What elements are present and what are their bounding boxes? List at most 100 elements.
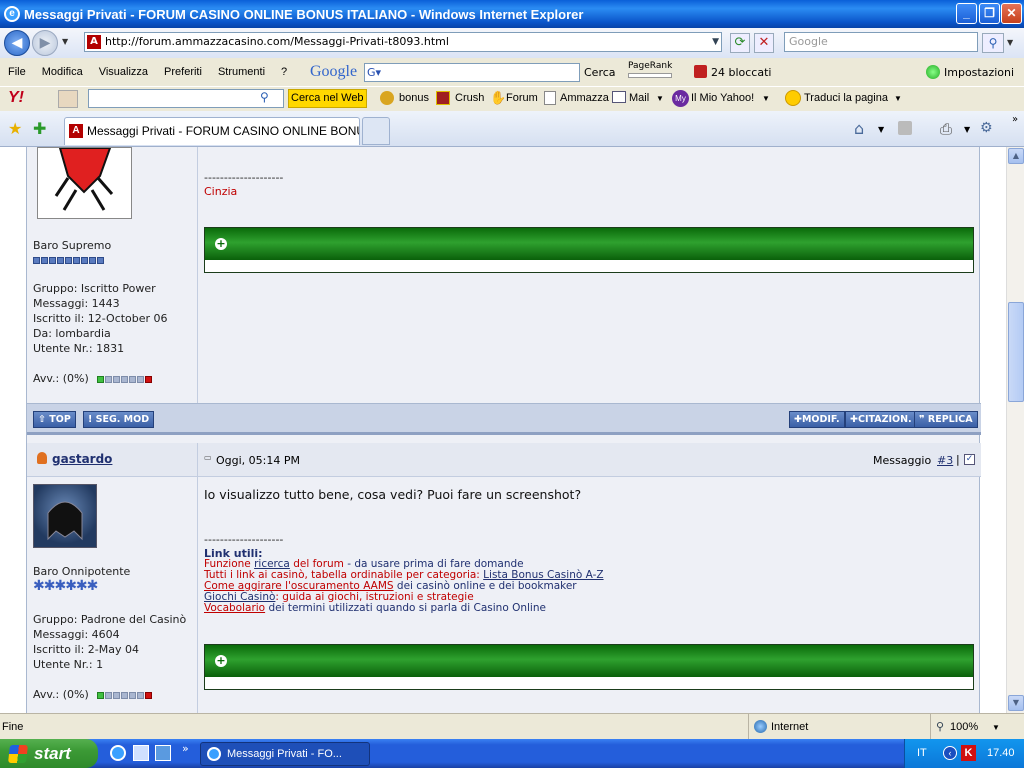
yahoo-logo[interactable]: Y! — [8, 89, 24, 107]
avatar-icon[interactable] — [58, 90, 78, 108]
post2-author-link[interactable]: gastardo — [52, 452, 112, 466]
restore-button[interactable]: ❐ — [979, 3, 1000, 24]
search-options-icon[interactable]: ▼ — [1007, 38, 1013, 47]
add-favorite-icon[interactable]: ✚ — [33, 119, 46, 138]
post2-spoiler-box: + — [204, 644, 974, 690]
feeds-icon[interactable] — [898, 121, 912, 135]
scroll-thumb[interactable] — [1008, 302, 1024, 402]
stop-icon[interactable]: ✕ — [754, 33, 774, 53]
zoom-dropdown-icon[interactable]: ▼ — [992, 723, 1000, 732]
vocabulary-link[interactable]: Vocabolario — [204, 602, 265, 614]
yahoo-search-button[interactable]: Cerca nel Web — [288, 89, 367, 108]
pipe-separator: | — [956, 453, 960, 466]
home-icon[interactable]: ⌂ — [854, 119, 864, 138]
post1-action-bar: ⇧ TOP ! SEG. MOD ✚MODIF. ✚CITAZION. ❞ RE… — [27, 403, 981, 435]
print-icon[interactable]: ⎙ — [940, 120, 952, 138]
post1-user-nr: Utente Nr.: 1831 — [33, 342, 125, 355]
post2-warnings[interactable]: Avv.: (0%) — [33, 688, 89, 701]
tools-icon[interactable]: ⚙ — [980, 120, 993, 136]
edit-button[interactable]: ✚MODIF. — [789, 411, 845, 428]
quote-button[interactable]: ✚CITAZION. — [845, 411, 917, 428]
pagerank-label: PageRank — [628, 61, 673, 71]
tab-bar: ★ ✚ A Messaggi Privati - FORUM CASINO ON… — [0, 111, 1024, 147]
post2-msg-label: Messaggio — [873, 454, 932, 467]
forward-button[interactable]: ▶ — [32, 30, 58, 56]
post2-sep: -------------------- — [204, 533, 284, 546]
report-button[interactable]: ! SEG. MOD — [83, 411, 155, 428]
quicklaunch-app-icon[interactable] — [133, 745, 149, 761]
quicklaunch-ie-icon[interactable] — [110, 745, 126, 761]
kaspersky-icon[interactable]: K — [961, 745, 976, 761]
site-favicon: A — [87, 35, 101, 49]
scroll-down-icon[interactable]: ▼ — [1008, 695, 1024, 711]
yahoo-forum-link[interactable]: Forum — [506, 92, 538, 104]
reply-button[interactable]: ❞ REPLICA — [914, 411, 978, 428]
address-dropdown-icon[interactable]: ▼ — [712, 33, 719, 51]
post1-rank-pips — [33, 254, 105, 267]
yahoo-myyahoo-link[interactable]: Il Mio Yahoo! — [691, 92, 754, 104]
mail-dropdown-icon[interactable]: ▼ — [656, 94, 664, 103]
google-search-input[interactable]: G▾ — [364, 63, 580, 82]
search-icon[interactable]: ⚲ — [982, 33, 1004, 53]
minimize-button[interactable]: _ — [956, 3, 977, 24]
language-indicator[interactable]: IT — [917, 747, 927, 759]
yahoo-crush-link[interactable]: Crush — [455, 92, 484, 104]
yahoo-bonus-link[interactable]: bonus — [399, 92, 429, 104]
translate-icon — [785, 90, 801, 106]
post2-date: Oggi, 05:14 PM — [216, 454, 300, 467]
yahoo-ammazza-link[interactable]: Ammazza — [560, 92, 609, 104]
myyahoo-dropdown-icon[interactable]: ▼ — [762, 94, 770, 103]
tray-arrow-icon[interactable]: ‹ — [943, 746, 957, 760]
home-dropdown-icon[interactable]: ▼ — [878, 125, 884, 134]
post2-permalink[interactable]: #3 — [937, 454, 953, 467]
yahoo-search-input[interactable] — [88, 89, 284, 108]
close-button[interactable]: ✕ — [1001, 3, 1022, 24]
scroll-up-icon[interactable]: ▲ — [1008, 148, 1024, 164]
search-input[interactable]: Google — [784, 32, 978, 52]
post1-warnings[interactable]: Avv.: (0%) — [33, 372, 89, 385]
back-button[interactable]: ◀ — [4, 30, 30, 56]
google-search-button[interactable]: Cerca — [584, 66, 616, 79]
quicklaunch-more-icon[interactable]: » — [182, 742, 189, 755]
post1-rank: Baro Supremo — [33, 239, 112, 252]
more-tools-icon[interactable]: » — [1012, 114, 1018, 125]
expand-icon[interactable]: + — [215, 238, 227, 250]
vertical-scrollbar[interactable]: ▲ ▼ — [1006, 147, 1024, 713]
ammazza-icon — [544, 91, 556, 105]
yahoo-translate-link[interactable]: Traduci la pagina — [804, 92, 888, 104]
menu-strumenti[interactable]: Strumenti — [210, 66, 273, 78]
menu-file[interactable]: File — [0, 66, 34, 78]
menu-modifica[interactable]: Modifica — [34, 66, 91, 78]
menu-preferiti[interactable]: Preferiti — [156, 66, 210, 78]
top-button[interactable]: ⇧ TOP — [33, 411, 76, 428]
translate-dropdown-icon[interactable]: ▼ — [894, 94, 902, 103]
address-bar[interactable]: A http://forum.ammazzacasino.com/Messagg… — [84, 32, 722, 52]
zoom-level[interactable]: 100% — [950, 721, 978, 733]
menu-help[interactable]: ? — [273, 66, 295, 78]
popup-blocked-count[interactable]: 24 bloccati — [711, 66, 771, 79]
taskbar-ie-window[interactable]: Messaggi Privati - FO... — [200, 742, 370, 766]
quicklaunch-desktop-icon[interactable] — [155, 745, 171, 761]
yahoo-toolbar: Y! ⚲ Cerca nel Web bonus Crush ✋ Forum A… — [0, 86, 1024, 111]
post2-body: Io visualizzo tutto bene, cosa vedi? Puo… — [198, 477, 981, 713]
tab-active[interactable]: A Messaggi Privati - FORUM CASINO ONLINE… — [64, 117, 360, 145]
refresh-icon[interactable]: ⟳ — [730, 33, 750, 53]
forum-icon: ✋ — [490, 90, 507, 105]
yahoo-search-icon[interactable]: ⚲ — [260, 90, 269, 104]
post2-group: Gruppo: Padrone del Casinò — [33, 613, 187, 626]
header-divider — [197, 443, 198, 477]
clock: 17.40 — [987, 747, 1015, 759]
yahoo-mail-link[interactable]: Mail — [629, 92, 649, 104]
history-dropdown-icon[interactable]: ▼ — [62, 37, 68, 46]
start-button[interactable]: start — [0, 739, 98, 768]
print-dropdown-icon[interactable]: ▼ — [964, 125, 970, 134]
menu-visualizza[interactable]: Visualizza — [91, 66, 156, 78]
expand-icon[interactable]: + — [215, 655, 227, 667]
mail-icon — [612, 91, 626, 103]
favorites-star-icon[interactable]: ★ — [8, 119, 22, 138]
select-post-checkbox[interactable]: ✓ — [964, 454, 975, 465]
post-icon: ▭ — [204, 453, 212, 462]
new-tab-button[interactable] — [362, 117, 390, 145]
google-settings-button[interactable]: Impostazioni — [944, 66, 1014, 79]
post1-avatar — [37, 147, 132, 219]
